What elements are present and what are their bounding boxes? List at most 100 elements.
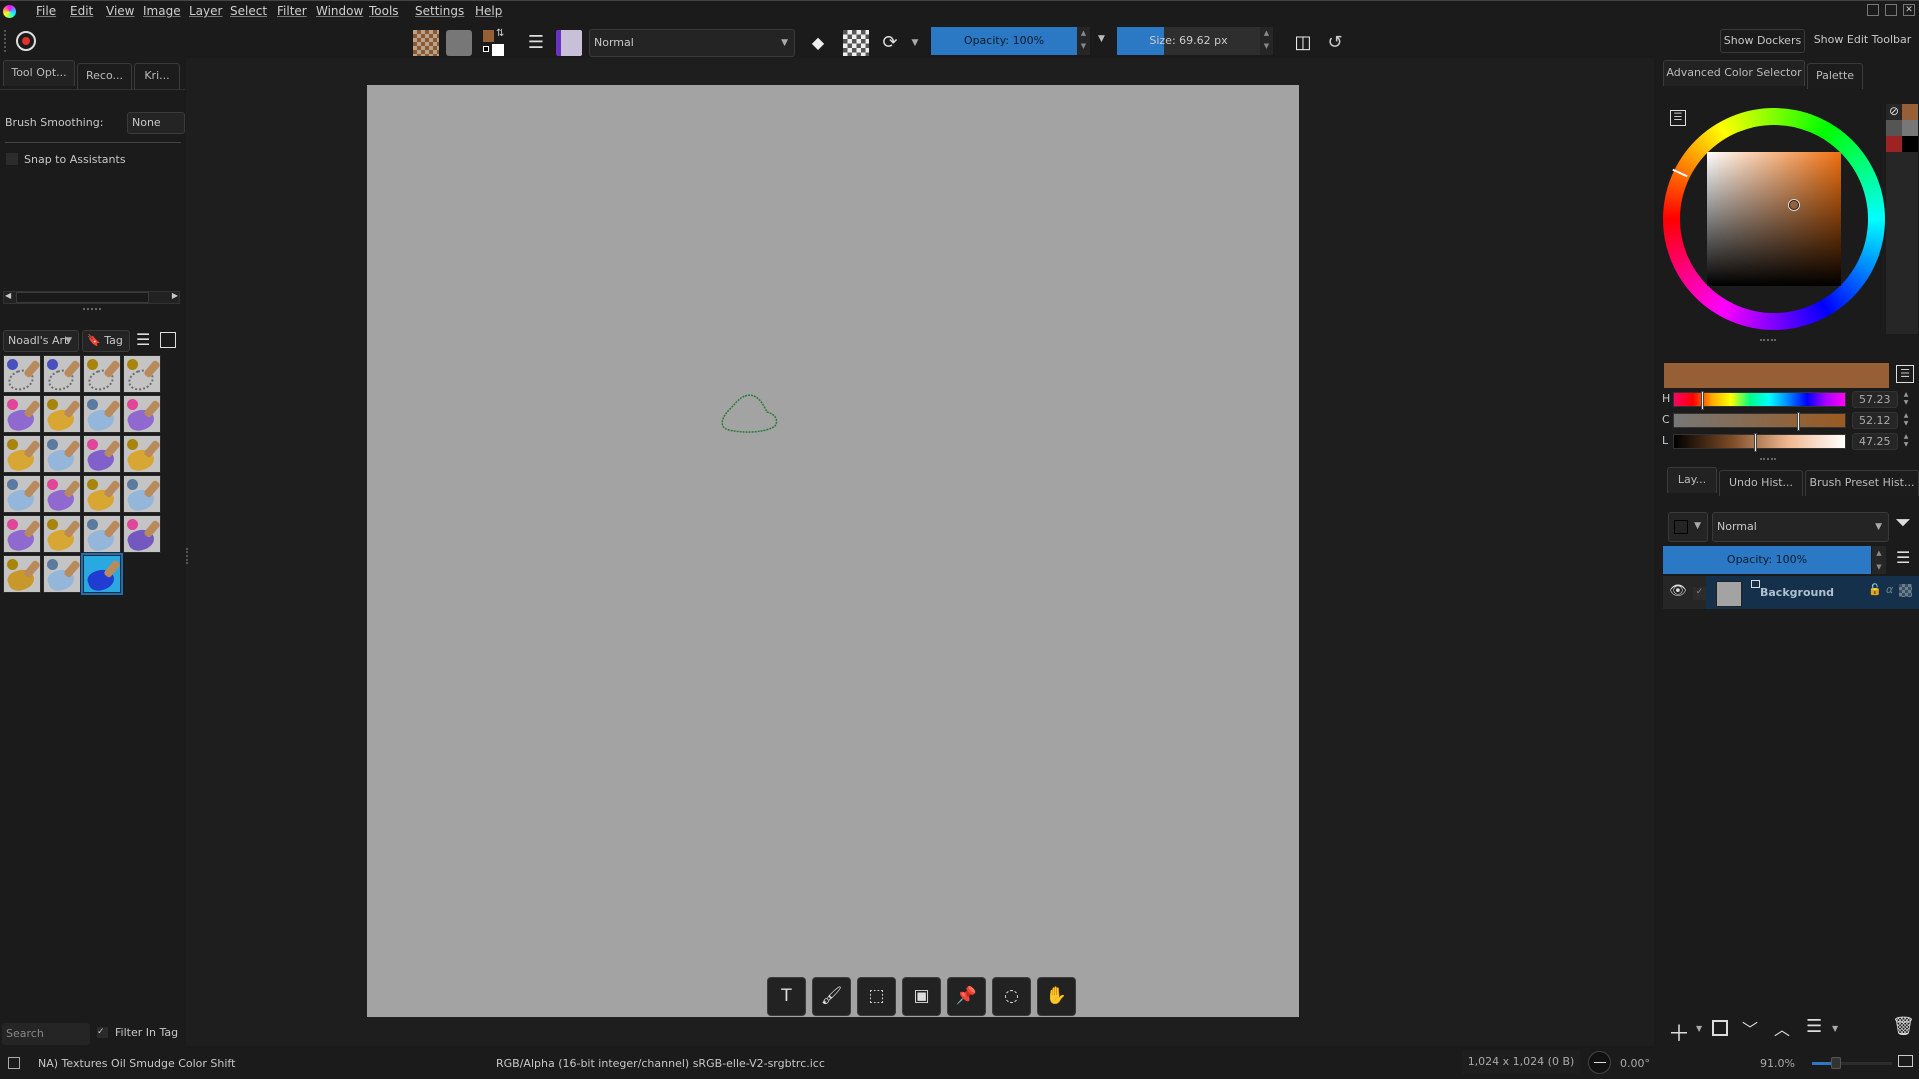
brush-preset[interactable] [3,475,41,513]
menu-file[interactable]: File [36,4,56,18]
l-value-input[interactable]: 47.25 [1852,433,1898,450]
brush-preset[interactable] [123,475,161,513]
layer-row[interactable]: 👁 ✓ Background 🔓 α [1663,576,1919,609]
snap-checkbox[interactable] [6,153,18,165]
gradient-preset-button[interactable] [413,30,439,56]
menu-edit[interactable]: Edit [70,4,93,18]
rotate-reset-icon[interactable]: ↺ [1322,30,1348,56]
pin-tool-icon[interactable]: 📌 [947,977,986,1016]
show-dockers-button[interactable]: Show Dockers [1720,29,1805,53]
record-button[interactable] [16,31,36,51]
brush-preset[interactable] [123,435,161,473]
brush-preset[interactable] [43,475,81,513]
tag-set-dropdown[interactable]: Noadl's Art ▼ [3,330,79,352]
restore-icon[interactable] [1885,4,1897,16]
color-selector-settings-icon[interactable]: ☰ [1670,110,1686,126]
tab-tool-options[interactable]: Tool Opt... [3,60,75,86]
menu-tools[interactable]: Tools [369,4,399,18]
filter-icon[interactable]: ⏷ [1895,510,1911,534]
color-swatch[interactable] [1902,120,1918,136]
zoom-slider-handle[interactable] [1831,1057,1841,1069]
brush-preset[interactable] [123,355,161,393]
canvas[interactable] [367,85,1299,1017]
layer-menu-icon[interactable]: ☰ [1896,548,1910,567]
brush-preset[interactable] [123,515,161,553]
brush-preset[interactable] [3,395,41,433]
spinner-icon[interactable]: ▲ ▼ [1900,433,1912,450]
menu-select[interactable]: Select [230,4,267,18]
tab-undo-history[interactable]: Undo Hist... [1719,470,1803,496]
transform-tool-icon[interactable]: ⬚ [857,977,896,1016]
h-value-input[interactable]: 57.23 [1852,391,1898,408]
brush-preset[interactable] [83,395,121,433]
duplicate-layer-icon[interactable] [1712,1020,1728,1036]
brush-preset[interactable] [3,435,41,473]
chevron-down-icon[interactable]: ▼ [1098,34,1105,44]
no-color-icon[interactable]: ⊘ [1886,104,1902,120]
color-swap-button[interactable]: ⇅ [482,28,508,56]
color-swatch[interactable] [1886,120,1902,136]
brush-preset[interactable] [81,553,123,595]
brush-preset[interactable] [43,435,81,473]
chevron-down-icon[interactable]: ▼ [1832,1024,1838,1033]
inherit-alpha-icon[interactable] [1899,584,1912,597]
brush-preset[interactable] [3,555,41,593]
brush-tool-icon[interactable]: 🖌 [812,977,851,1016]
eraser-icon[interactable]: ◆ [805,30,831,56]
zoom-slider[interactable] [1812,1057,1892,1069]
size-spinner[interactable]: ▲ ▼ [1260,27,1273,55]
reload-preset-icon[interactable]: ⟳ [877,30,903,56]
tag-button[interactable]: 🔖 Tag [82,330,130,352]
color-swatch[interactable] [1886,136,1902,152]
splitter-handle[interactable] [83,308,101,310]
chevron-down-icon[interactable]: ▼ [908,30,922,56]
menu-view[interactable]: View [106,4,134,18]
c-slider[interactable] [1673,412,1846,431]
brush-preset[interactable] [83,515,121,553]
opacity-slider[interactable]: Opacity: 100% [931,27,1077,55]
saturation-value-square[interactable] [1707,152,1841,286]
brush-preset[interactable] [3,355,41,393]
move-up-icon[interactable]: ︿ [1774,1016,1790,1040]
brush-settings-icon[interactable]: ☰ [523,30,549,56]
layer-opacity-slider[interactable]: Opacity: 100% [1663,546,1871,574]
screen-icon[interactable] [1898,1055,1913,1067]
chevron-down-icon[interactable]: ▼ [1696,1024,1702,1033]
layer-checkbox[interactable]: ✓ [1693,587,1706,600]
spinner-icon[interactable]: ▲ ▼ [1900,412,1912,429]
lock-icon[interactable]: 🔓 [1868,583,1882,596]
color-swatch[interactable] [1902,104,1918,120]
slider-handle[interactable] [1701,391,1705,410]
import-icon[interactable] [160,332,176,348]
splitter-handle[interactable] [1760,339,1776,341]
menu-layer[interactable]: Layer [189,4,222,18]
toolbar-handle[interactable] [4,30,7,52]
layer-opacity-spinner[interactable]: ▲ ▼ [1872,546,1886,574]
layer-properties-icon[interactable]: ☰ [1806,1016,1822,1037]
scroll-right-icon[interactable]: ▶ [172,291,178,300]
menu-help[interactable]: Help [475,4,502,18]
layer-color-label-dropdown[interactable]: ▼ [1668,512,1708,542]
brush-preset[interactable] [3,515,41,553]
pan-tool-icon[interactable]: ✋ [1037,977,1076,1016]
layer-name[interactable]: Background [1760,586,1834,599]
l-slider[interactable] [1673,433,1846,452]
brush-smoothing-dropdown[interactable]: None [127,112,185,134]
minimize-icon[interactable] [1867,4,1879,16]
mirror-icon[interactable]: ◫ [1290,30,1316,56]
color-bar-settings-icon[interactable]: ☰ [1896,365,1914,383]
layer-blend-dropdown[interactable]: Normal ▼ [1712,512,1889,542]
menu-settings[interactable]: Settings [415,4,464,18]
menu-filter[interactable]: Filter [277,4,307,18]
brush-preset[interactable] [43,395,81,433]
brush-preset-button[interactable] [556,30,582,56]
brush-preset[interactable] [83,355,121,393]
rotation-value[interactable]: 0.00° [1620,1057,1650,1070]
move-down-icon[interactable]: ﹀ [1742,1016,1758,1040]
scrollbar-thumb[interactable] [16,292,149,303]
brush-preset[interactable] [43,555,81,593]
alpha-lock-icon[interactable]: α [1886,583,1893,596]
c-value-input[interactable]: 52.12 [1852,412,1898,429]
delete-layer-icon[interactable]: 🗑 [1892,1016,1915,1037]
color-swatch[interactable] [1902,136,1918,152]
